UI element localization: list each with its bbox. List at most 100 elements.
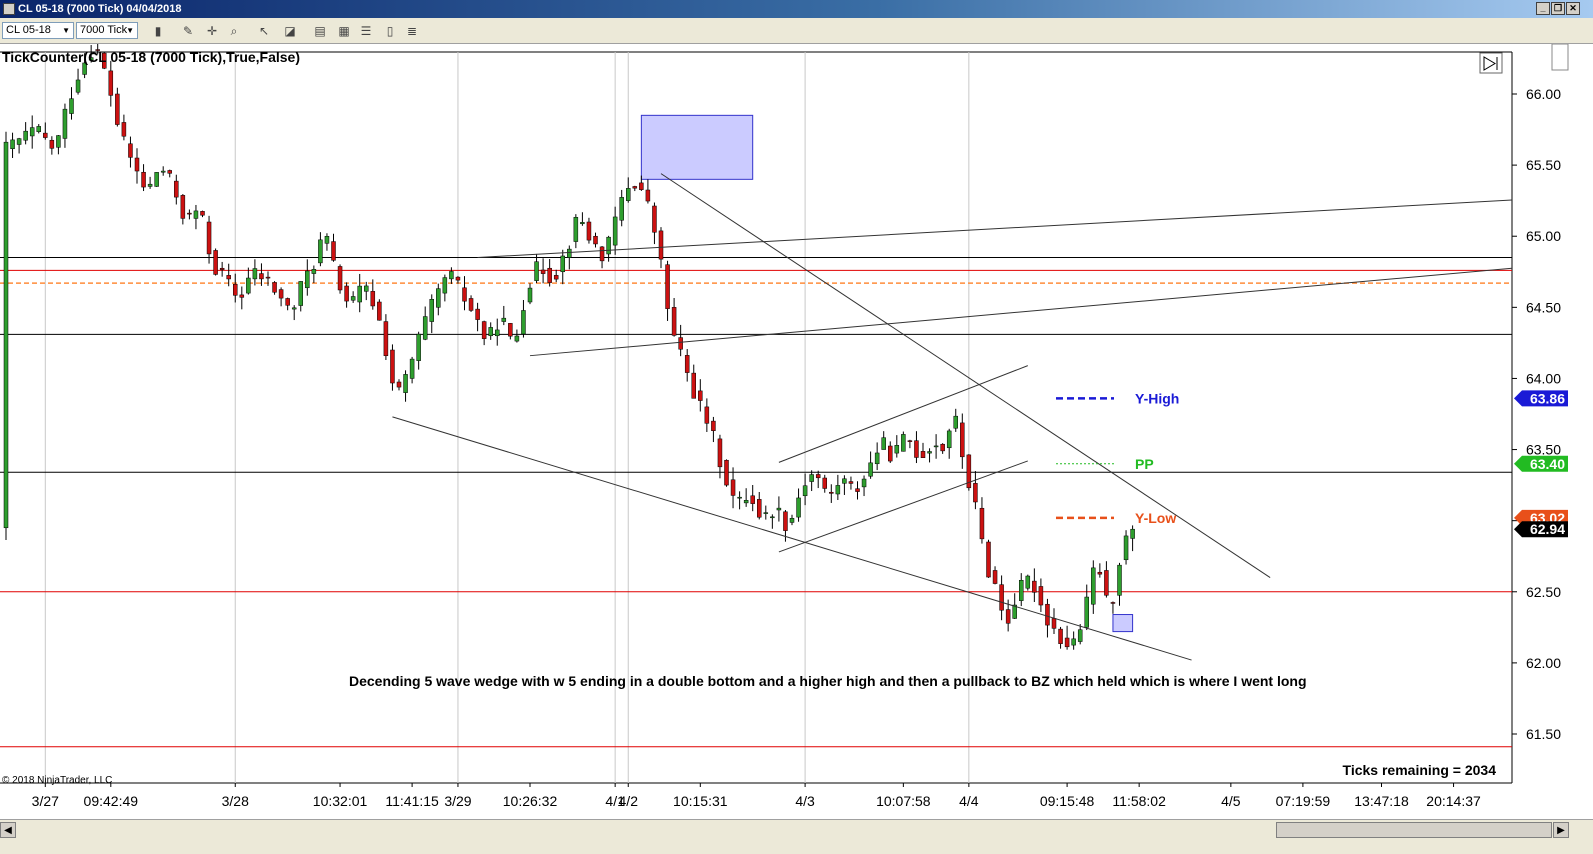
- scroll-left-icon[interactable]: ◀: [0, 822, 16, 838]
- candle-body: [940, 443, 945, 452]
- chevron-down-icon: ▼: [62, 26, 70, 35]
- candle-body: [318, 239, 323, 264]
- candle-body: [285, 298, 290, 306]
- candle-body: [291, 307, 297, 310]
- minimize-button[interactable]: _: [1536, 2, 1550, 15]
- candle-body: [1077, 629, 1083, 642]
- instrument-value: CL 05-18: [6, 24, 51, 36]
- candle-body: [23, 130, 28, 141]
- panel-toggle-button[interactable]: [1551, 44, 1569, 71]
- candle-body: [514, 335, 520, 342]
- candle-body: [567, 248, 572, 258]
- candle-body: [174, 180, 179, 198]
- candle-body: [75, 79, 81, 93]
- scrollbar-thumb[interactable]: [1276, 822, 1552, 838]
- price-tick-label: 62.00: [1526, 655, 1561, 671]
- candle-body: [1025, 575, 1031, 589]
- time-tick-label: 10:32:01: [313, 793, 368, 809]
- candle-body: [364, 285, 369, 292]
- candle-body: [239, 294, 245, 298]
- chevron-down-icon: ▼: [126, 26, 134, 35]
- restore-button[interactable]: ❐: [1551, 2, 1565, 15]
- zoom-icon[interactable]: ⌕: [226, 23, 242, 39]
- candle-body: [1110, 602, 1116, 604]
- horizontal-scrollbar[interactable]: ◀ ▶: [0, 819, 1593, 841]
- zones-layer: [640, 114, 1134, 633]
- level-y-high-label: Y-High: [1135, 390, 1179, 406]
- trend-line: [477, 199, 1513, 259]
- candle-body: [1084, 596, 1089, 628]
- candle-body: [743, 500, 749, 504]
- bar-type-icon[interactable]: ▮: [150, 23, 166, 39]
- candle-body: [49, 139, 55, 149]
- interval-select[interactable]: 7000 Tick ▼: [76, 22, 138, 39]
- candle-body: [62, 108, 68, 139]
- candle-body: [134, 157, 140, 172]
- candle-body: [835, 485, 841, 495]
- candle-body: [881, 437, 886, 450]
- candle-body: [619, 197, 624, 221]
- app-icon: [3, 3, 15, 15]
- time-tick-label: 4/3: [795, 793, 815, 809]
- candle-body: [409, 358, 415, 379]
- list-icon[interactable]: ≣: [404, 23, 420, 39]
- pointer-icon[interactable]: ↖: [256, 23, 272, 39]
- price-tick-label: 61.50: [1526, 726, 1561, 742]
- candle-body: [1038, 586, 1044, 606]
- candle-body: [160, 170, 166, 173]
- time-tick-label: 11:58:02: [1112, 793, 1166, 809]
- candle-body: [259, 273, 264, 280]
- candle-body: [888, 445, 893, 462]
- price-tick-label: 64.50: [1526, 299, 1561, 315]
- candle-body: [894, 445, 900, 454]
- candle-body: [750, 495, 755, 504]
- price-tick-label: 64.00: [1526, 370, 1561, 386]
- window-titlebar: CL 05-18 (7000 Tick) 04/04/2018 _ ❐ ✕: [0, 0, 1593, 18]
- price-tick-label: 66.00: [1526, 86, 1561, 102]
- link-icon[interactable]: ▯: [382, 23, 398, 39]
- candle-body: [671, 307, 677, 336]
- time-tick-label: 4/2: [619, 793, 639, 809]
- chart-annotation: Decending 5 wave wedge with w 5 ending i…: [349, 673, 1307, 689]
- scroll-right-icon[interactable]: ▶: [1553, 822, 1569, 838]
- candle-body: [658, 230, 664, 260]
- candle-body: [639, 182, 644, 190]
- time-tick-label: 20:14:37: [1426, 793, 1481, 809]
- strategies-icon[interactable]: ▦: [336, 23, 352, 39]
- candle-body: [901, 434, 906, 452]
- scroll-to-end-icon[interactable]: [1479, 52, 1503, 74]
- candle-body: [684, 355, 690, 373]
- candle-body: [665, 264, 670, 309]
- crosshair-icon[interactable]: ✛: [204, 23, 220, 39]
- candle-body: [147, 183, 153, 187]
- data-box-icon[interactable]: ◪: [282, 23, 298, 39]
- candle-body: [1097, 571, 1103, 575]
- candle-body: [252, 268, 258, 280]
- candle-body: [193, 210, 199, 219]
- ticks-remaining: Ticks remaining = 2034: [1343, 762, 1497, 778]
- instrument-select[interactable]: CL 05-18 ▼: [2, 22, 74, 39]
- candle-body: [920, 451, 926, 458]
- candle-body: [809, 474, 814, 482]
- properties-icon[interactable]: ☰: [358, 23, 374, 39]
- candle-body: [167, 170, 172, 174]
- candle-body: [842, 478, 847, 484]
- candle-body: [586, 221, 592, 241]
- candle-body: [1005, 609, 1011, 624]
- time-tick-label: 10:07:58: [876, 793, 931, 809]
- candle-body: [200, 211, 205, 216]
- close-button[interactable]: ✕: [1566, 2, 1580, 15]
- indicators-icon[interactable]: ▤: [312, 23, 328, 39]
- price-chart[interactable]: Y-HighPPY-Low 61.5062.0062.5063.0063.506…: [0, 44, 1593, 819]
- status-strip: [0, 841, 1593, 854]
- candle-body: [973, 483, 978, 503]
- candle-body: [36, 126, 41, 132]
- candle-body: [141, 171, 146, 188]
- candle-body: [298, 281, 303, 306]
- candle-body: [422, 316, 428, 340]
- candle-body: [108, 70, 114, 96]
- candle-body: [455, 276, 461, 281]
- candle-body: [265, 276, 271, 279]
- pencil-icon[interactable]: ✎: [180, 23, 196, 39]
- candle-body: [986, 541, 991, 578]
